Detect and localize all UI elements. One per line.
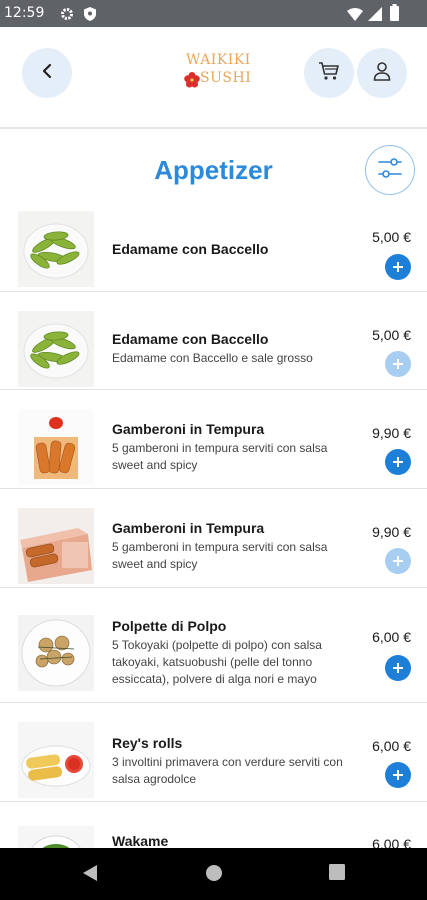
wifi-icon xyxy=(347,6,363,25)
add-to-cart-button[interactable] xyxy=(385,548,411,574)
sliders-icon xyxy=(376,156,404,184)
chevron-left-icon xyxy=(40,63,54,83)
item-name: Wakame xyxy=(112,833,169,848)
item-price: 9,90 € xyxy=(372,425,411,441)
user-button[interactable] xyxy=(357,48,407,98)
back-button[interactable] xyxy=(22,48,72,98)
item-image xyxy=(18,409,94,485)
item-name: Gamberoni in Tempura xyxy=(112,421,265,437)
add-to-cart-button[interactable] xyxy=(385,351,411,377)
home-circle-icon[interactable] xyxy=(205,864,223,886)
plus-icon xyxy=(392,355,404,374)
logo-text-bottom: SUSHI xyxy=(200,70,252,86)
user-icon xyxy=(373,61,391,85)
menu-item[interactable]: Polpette di Polpo 5 Tokoyaki (polpette d… xyxy=(0,588,427,703)
add-to-cart-button[interactable] xyxy=(385,762,411,788)
filter-button[interactable] xyxy=(365,145,415,195)
cart-button[interactable] xyxy=(304,48,354,98)
plus-icon xyxy=(392,258,404,277)
plus-icon xyxy=(392,453,404,472)
menu-item[interactable]: Rey's rolls 3 involtini primavera con ve… xyxy=(0,703,427,802)
menu-item[interactable]: Gamberoni in Tempura 5 gamberoni in temp… xyxy=(0,390,427,489)
item-description: 5 Tokoyaki (polpette di polpo) con salsa… xyxy=(112,638,322,686)
item-price: 9,90 € xyxy=(372,524,411,540)
recents-square-icon[interactable] xyxy=(329,864,345,884)
settings-icon xyxy=(60,6,74,25)
item-image xyxy=(18,508,94,584)
plus-icon xyxy=(392,552,404,571)
item-name: Edamame con Baccello xyxy=(112,241,269,257)
item-price: 6,00 € xyxy=(372,836,411,848)
item-price: 5,00 € xyxy=(372,327,411,343)
back-triangle-icon[interactable] xyxy=(82,864,98,886)
item-description: 5 gamberoni in tempura serviti con salsa… xyxy=(112,441,328,472)
plus-icon xyxy=(392,659,404,678)
category-title: Appetizer xyxy=(154,155,273,185)
item-name: Polpette di Polpo xyxy=(112,618,227,634)
item-name: Rey's rolls xyxy=(112,735,183,751)
item-price: 6,00 € xyxy=(372,629,411,645)
menu-item[interactable]: Edamame con Baccello 5,00 € xyxy=(0,203,427,292)
system-nav-bar xyxy=(0,848,427,900)
item-image xyxy=(18,615,94,691)
item-description: 5 gamberoni in tempura serviti con salsa… xyxy=(112,540,328,571)
menu-item[interactable]: Gamberoni in Tempura 5 gamberoni in temp… xyxy=(0,489,427,588)
cart-icon xyxy=(318,61,340,85)
item-description: 3 involtini primavera con verdure servit… xyxy=(112,755,343,786)
hibiscus-icon xyxy=(184,72,200,92)
add-to-cart-button[interactable] xyxy=(385,449,411,475)
menu-item[interactable]: Edamame con Baccello Edamame con Baccell… xyxy=(0,292,427,390)
menu-item[interactable]: Wakame 6,00 € xyxy=(0,802,427,848)
battery-icon xyxy=(390,4,399,25)
brand-logo[interactable]: WAIKIKI SUSHI xyxy=(180,52,251,96)
item-name: Edamame con Baccello xyxy=(112,331,269,347)
shield-icon xyxy=(84,6,96,25)
status-bar: 12:59 xyxy=(0,0,427,27)
signal-icon xyxy=(368,6,382,25)
item-price: 6,00 € xyxy=(372,738,411,754)
add-to-cart-button[interactable] xyxy=(385,254,411,280)
logo-text-top: WAIKIKI xyxy=(186,52,251,68)
item-image xyxy=(18,826,94,848)
add-to-cart-button[interactable] xyxy=(385,655,411,681)
item-description: Edamame con Baccello e sale grosso xyxy=(112,351,313,365)
item-image xyxy=(18,211,94,287)
plus-icon xyxy=(392,766,404,785)
item-image xyxy=(18,722,94,798)
item-price: 5,00 € xyxy=(372,229,411,245)
item-image xyxy=(18,311,94,387)
status-time: 12:59 xyxy=(4,5,45,21)
item-name: Gamberoni in Tempura xyxy=(112,520,265,536)
